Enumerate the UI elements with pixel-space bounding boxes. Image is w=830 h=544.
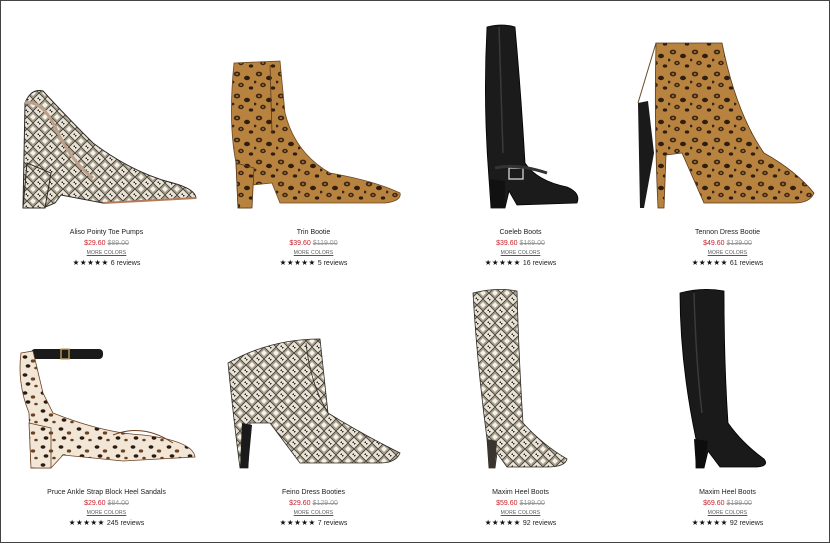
more-colors-link[interactable]: MORE COLORS: [210, 509, 417, 518]
rating[interactable]: ★★★★★ 92 reviews: [417, 518, 624, 529]
product-name[interactable]: Feino Dress Booties: [210, 488, 417, 497]
star-rating-icon: ★★★★★: [68, 518, 105, 527]
sale-price: $29.60: [289, 500, 311, 507]
product-card[interactable]: Tennon Dress Bootie $49.60 $139.00 MORE C…: [624, 3, 830, 273]
product-card[interactable]: Feino Dress Booties $29.60 $129.00 MORE C…: [210, 263, 417, 533]
product-name[interactable]: Maxim Heel Boots: [624, 488, 830, 497]
sale-price: $49.60: [703, 240, 725, 247]
star-rating-icon: ★★★★★: [484, 518, 521, 527]
original-price: $119.00: [312, 240, 338, 247]
original-price: $199.00: [726, 500, 752, 507]
product-name[interactable]: Maxim Heel Boots: [417, 488, 624, 497]
black-heel-boot-icon[interactable]: [624, 263, 830, 488]
product-price: $39.60 $169.00: [417, 239, 624, 249]
product-card[interactable]: Aliso Pointy Toe Pumps $29.60 $89.00 MORE…: [3, 3, 210, 273]
product-name[interactable]: Pruce Ankle Strap Block Heel Sandals: [3, 488, 210, 497]
more-colors-link[interactable]: MORE COLORS: [417, 509, 624, 518]
product-name[interactable]: Aliso Pointy Toe Pumps: [3, 228, 210, 237]
review-count: 245 reviews: [106, 520, 145, 527]
product-grid: Aliso Pointy Toe Pumps $29.60 $89.00 MORE…: [1, 1, 830, 544]
product-name[interactable]: Coeleb Boots: [417, 228, 624, 237]
page-frame: Aliso Pointy Toe Pumps $29.60 $89.00 MORE…: [0, 0, 830, 543]
snakeskin-bootie-icon[interactable]: [210, 263, 417, 488]
leopard-stiletto-bootie-icon[interactable]: [624, 3, 830, 228]
product-name[interactable]: Tennon Dress Bootie: [624, 228, 830, 237]
rating[interactable]: ★★★★★ 7 reviews: [210, 518, 417, 529]
rating[interactable]: ★★★★★ 92 reviews: [624, 518, 830, 529]
review-count: 92 reviews: [729, 520, 764, 527]
sale-price: $39.60: [496, 240, 518, 247]
more-colors-link[interactable]: MORE COLORS: [624, 249, 830, 258]
original-price: $84.00: [107, 500, 129, 507]
review-count: 7 reviews: [317, 520, 348, 527]
original-price: $129.00: [312, 500, 338, 507]
sale-price: $29.60: [84, 500, 106, 507]
leopard-sandal-icon[interactable]: [3, 263, 210, 488]
snakeskin-tall-boot-icon[interactable]: [417, 263, 624, 488]
more-colors-link[interactable]: MORE COLORS: [3, 249, 210, 258]
rating[interactable]: ★★★★★ 245 reviews: [3, 518, 210, 529]
product-card[interactable]: Maxim Heel Boots $59.60 $199.00 MORE COLO…: [417, 263, 624, 533]
product-price: $59.60 $199.00: [417, 499, 624, 509]
more-colors-link[interactable]: MORE COLORS: [624, 509, 830, 518]
black-tall-boot-icon[interactable]: [417, 3, 624, 228]
product-card[interactable]: Pruce Ankle Strap Block Heel Sandals $29…: [3, 263, 210, 533]
review-count: 92 reviews: [522, 520, 557, 527]
product-price: $49.60 $139.00: [624, 239, 830, 249]
product-price: $29.60 $129.00: [210, 499, 417, 509]
product-price: $29.60 $89.00: [3, 239, 210, 249]
sale-price: $59.60: [496, 500, 518, 507]
sale-price: $39.60: [289, 240, 311, 247]
original-price: $199.00: [519, 500, 545, 507]
product-price: $29.60 $84.00: [3, 499, 210, 509]
product-name[interactable]: Trin Bootie: [210, 228, 417, 237]
leopard-bootie-icon[interactable]: [210, 3, 417, 228]
more-colors-link[interactable]: MORE COLORS: [3, 509, 210, 518]
snakeskin-pump-icon[interactable]: [3, 3, 210, 228]
product-card[interactable]: Trin Bootie $39.60 $119.00 MORE COLORS ★★…: [210, 3, 417, 273]
more-colors-link[interactable]: MORE COLORS: [417, 249, 624, 258]
product-card[interactable]: Coeleb Boots $39.60 $169.00 MORE COLORS ★…: [417, 3, 624, 273]
sale-price: $29.60: [84, 240, 106, 247]
star-rating-icon: ★★★★★: [279, 518, 316, 527]
product-card[interactable]: Maxim Heel Boots $69.60 $199.00 MORE COLO…: [624, 263, 830, 533]
original-price: $169.00: [519, 240, 545, 247]
original-price: $89.00: [107, 240, 129, 247]
star-rating-icon: ★★★★★: [691, 518, 728, 527]
original-price: $139.00: [726, 240, 752, 247]
product-price: $69.60 $199.00: [624, 499, 830, 509]
sale-price: $69.60: [703, 500, 725, 507]
more-colors-link[interactable]: MORE COLORS: [210, 249, 417, 258]
product-price: $39.60 $119.00: [210, 239, 417, 249]
